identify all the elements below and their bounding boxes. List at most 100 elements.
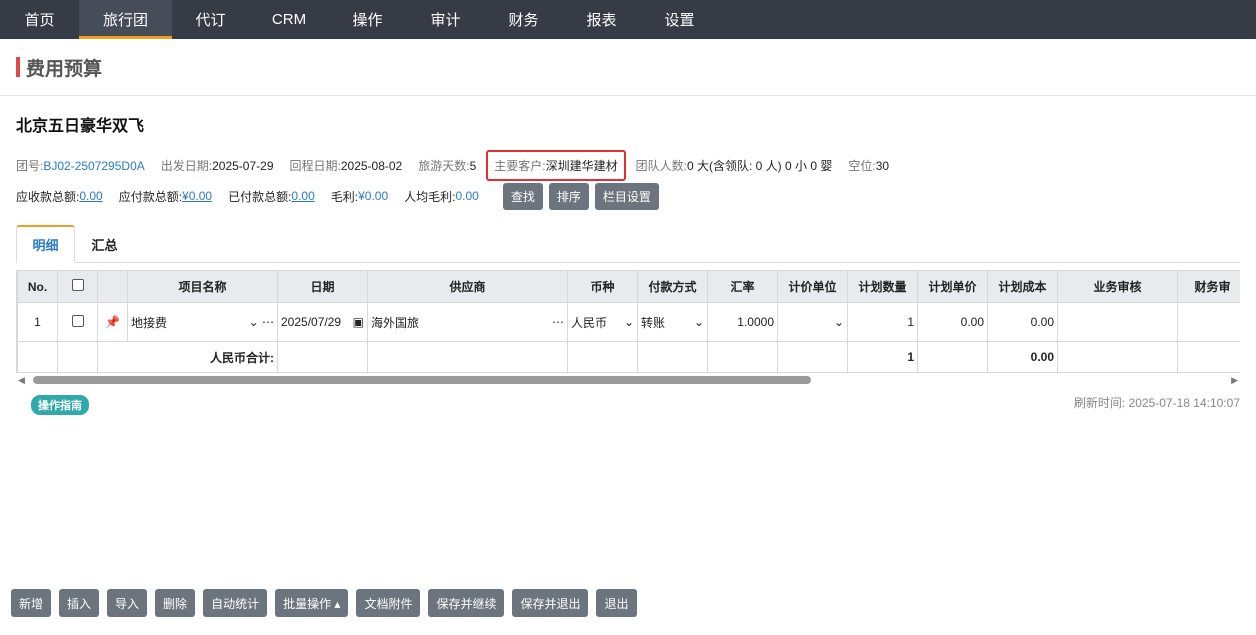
horizontal-scrollbar[interactable]: ◀ ▶	[16, 373, 1240, 386]
total-cost: 0.00	[987, 341, 1058, 373]
guide-badge[interactable]: 操作指南	[31, 395, 89, 415]
total-empty-cell	[1057, 341, 1178, 373]
scroll-left-icon[interactable]: ◀	[18, 375, 25, 386]
return-date: 2025-08-02	[340, 158, 403, 173]
col-fin-review: 财务审	[1177, 270, 1240, 303]
total-empty-cell	[277, 341, 368, 373]
qty-input[interactable]: 1	[847, 302, 918, 342]
nav-item[interactable]: 代订	[172, 0, 249, 39]
calendar-icon[interactable]: ▣	[353, 315, 364, 329]
bottom-toolbar: 新增 插入 导入 删除 自动统计 批量操作 ▴ 文档附件 保存并继续 保存并退出…	[11, 589, 645, 617]
nav-item[interactable]: 设置	[641, 0, 718, 39]
unit-cell: ⌄	[777, 302, 848, 342]
chevron-down-icon[interactable]: ⌄ ⋯	[249, 315, 274, 329]
fin-review-cell	[1177, 302, 1240, 342]
total-qty: 1	[847, 341, 918, 373]
col-item: 项目名称	[127, 270, 278, 303]
paid-link[interactable]: 0.00	[291, 189, 314, 203]
receivable-link[interactable]: 0.00	[79, 189, 102, 203]
nav-item[interactable]: 旅行团	[79, 0, 172, 39]
chevron-down-icon[interactable]: ⌄	[834, 315, 844, 329]
summary-row: 应收款总额: 0.00 应付款总额: ¥0.00 已付款总额: 0.00 毛利:…	[16, 182, 665, 210]
pin-icon[interactable]: 📌	[97, 302, 128, 342]
budget-table-wrapper: No. 项目名称 日期 供应商 币种 付款方式 汇率 计价单位 计划数量 计划单…	[16, 270, 1240, 373]
total-empty-cell	[17, 341, 58, 373]
total-empty-cell	[777, 341, 848, 373]
rate-input[interactable]: 1.0000	[707, 302, 778, 342]
nav-item[interactable]: CRM	[249, 0, 329, 39]
per-profit-value: 0.00	[455, 189, 479, 203]
more-icon[interactable]: ⋯	[552, 315, 564, 329]
select-all-checkbox[interactable]	[71, 279, 84, 291]
biz-review-cell	[1057, 302, 1178, 342]
depart-label: 出发日期:	[160, 159, 213, 173]
col-pin	[97, 270, 128, 303]
team-label: 团队人数:	[635, 159, 687, 173]
import-button[interactable]: 导入	[107, 589, 148, 617]
col-biz-review: 业务审核	[1057, 270, 1178, 303]
col-price: 计划单价	[917, 270, 988, 303]
row-check-cell	[57, 302, 98, 342]
nav-item[interactable]: 首页	[0, 0, 79, 39]
tab-detail[interactable]: 明细	[16, 225, 75, 263]
col-cost: 计划成本	[987, 270, 1058, 303]
cost-value: 0.00	[987, 302, 1058, 342]
payment-select[interactable]: 转账	[641, 314, 665, 331]
tab-summary[interactable]: 汇总	[75, 225, 134, 263]
travel-days: 5	[469, 158, 477, 173]
doc-attach-button[interactable]: 文档附件	[356, 589, 421, 617]
profit-label: 毛利:	[330, 189, 359, 204]
per-profit-label: 人均毛利:	[404, 189, 456, 204]
group-name: 北京五日豪华双飞	[16, 118, 145, 135]
col-payment: 付款方式	[637, 270, 708, 303]
total-empty-cell	[917, 341, 988, 373]
supplier-input[interactable]: 海外国旅	[371, 314, 419, 331]
col-date: 日期	[277, 270, 368, 303]
total-label: 人民币合计:	[97, 341, 278, 373]
price-input[interactable]: 0.00	[917, 302, 988, 342]
nav-item[interactable]: 财务	[485, 0, 562, 39]
nav-item[interactable]: 报表	[562, 0, 641, 39]
save-exit-button[interactable]: 保存并退出	[512, 589, 589, 617]
row-checkbox[interactable]	[71, 314, 84, 327]
group-no-link[interactable]: BJ02-2507295D0A	[43, 159, 144, 173]
tab-bar: 明细 汇总	[16, 225, 1240, 263]
scroll-right-icon[interactable]: ▶	[1231, 375, 1238, 386]
depart-date: 2025-07-29	[212, 158, 274, 173]
col-select-all	[57, 270, 98, 303]
total-empty-cell	[57, 341, 98, 373]
insert-button[interactable]: 插入	[59, 589, 100, 617]
receivable-label: 应收款总额:	[16, 189, 80, 204]
profit-value: ¥0.00	[358, 189, 389, 203]
add-button[interactable]: 新增	[11, 589, 52, 617]
table-row: 1 📌 地接费 ⌄ ⋯ 2025/07/29 ▣ 海外国旅 ⋯ 人民币 ⌄ 转账 ⌄ 1.…	[17, 302, 1240, 342]
col-qty: 计划数量	[847, 270, 918, 303]
payment-cell: 转账 ⌄	[637, 302, 708, 342]
save-continue-button[interactable]: 保存并继续	[428, 589, 505, 617]
batch-ops-button[interactable]: 批量操作 ▴	[275, 589, 349, 617]
col-currency: 币种	[567, 270, 638, 303]
auto-stat-button[interactable]: 自动统计	[203, 589, 268, 617]
total-empty-cell	[567, 341, 638, 373]
date-input-cell: 2025/07/29 ▣	[277, 302, 368, 342]
budget-table: No. 项目名称 日期 供应商 币种 付款方式 汇率 计价单位 计划数量 计划单…	[17, 270, 1240, 373]
group-no-label: 团号:	[16, 159, 44, 173]
sort-button[interactable]: 排序	[548, 182, 589, 210]
currency-select[interactable]: 人民币	[571, 314, 607, 331]
item-select[interactable]: 地接费	[131, 314, 167, 331]
scrollbar-thumb[interactable]	[33, 376, 811, 384]
total-empty-cell	[1177, 341, 1240, 373]
vacancy-label: 空位:	[848, 159, 876, 173]
col-no: No.	[17, 270, 58, 303]
nav-item[interactable]: 操作	[329, 0, 406, 39]
exit-button[interactable]: 退出	[596, 589, 637, 617]
column-settings-button[interactable]: 栏目设置	[594, 182, 659, 210]
nav-item[interactable]: 审计	[406, 0, 485, 39]
find-button[interactable]: 查找	[502, 182, 543, 210]
date-input[interactable]: 2025/07/29	[281, 315, 341, 329]
chevron-down-icon[interactable]: ⌄	[694, 315, 704, 329]
chevron-down-icon[interactable]: ⌄	[624, 315, 634, 329]
delete-button[interactable]: 删除	[155, 589, 196, 617]
payable-link[interactable]: ¥0.00	[182, 189, 212, 203]
page-title: 费用预算	[26, 58, 103, 80]
